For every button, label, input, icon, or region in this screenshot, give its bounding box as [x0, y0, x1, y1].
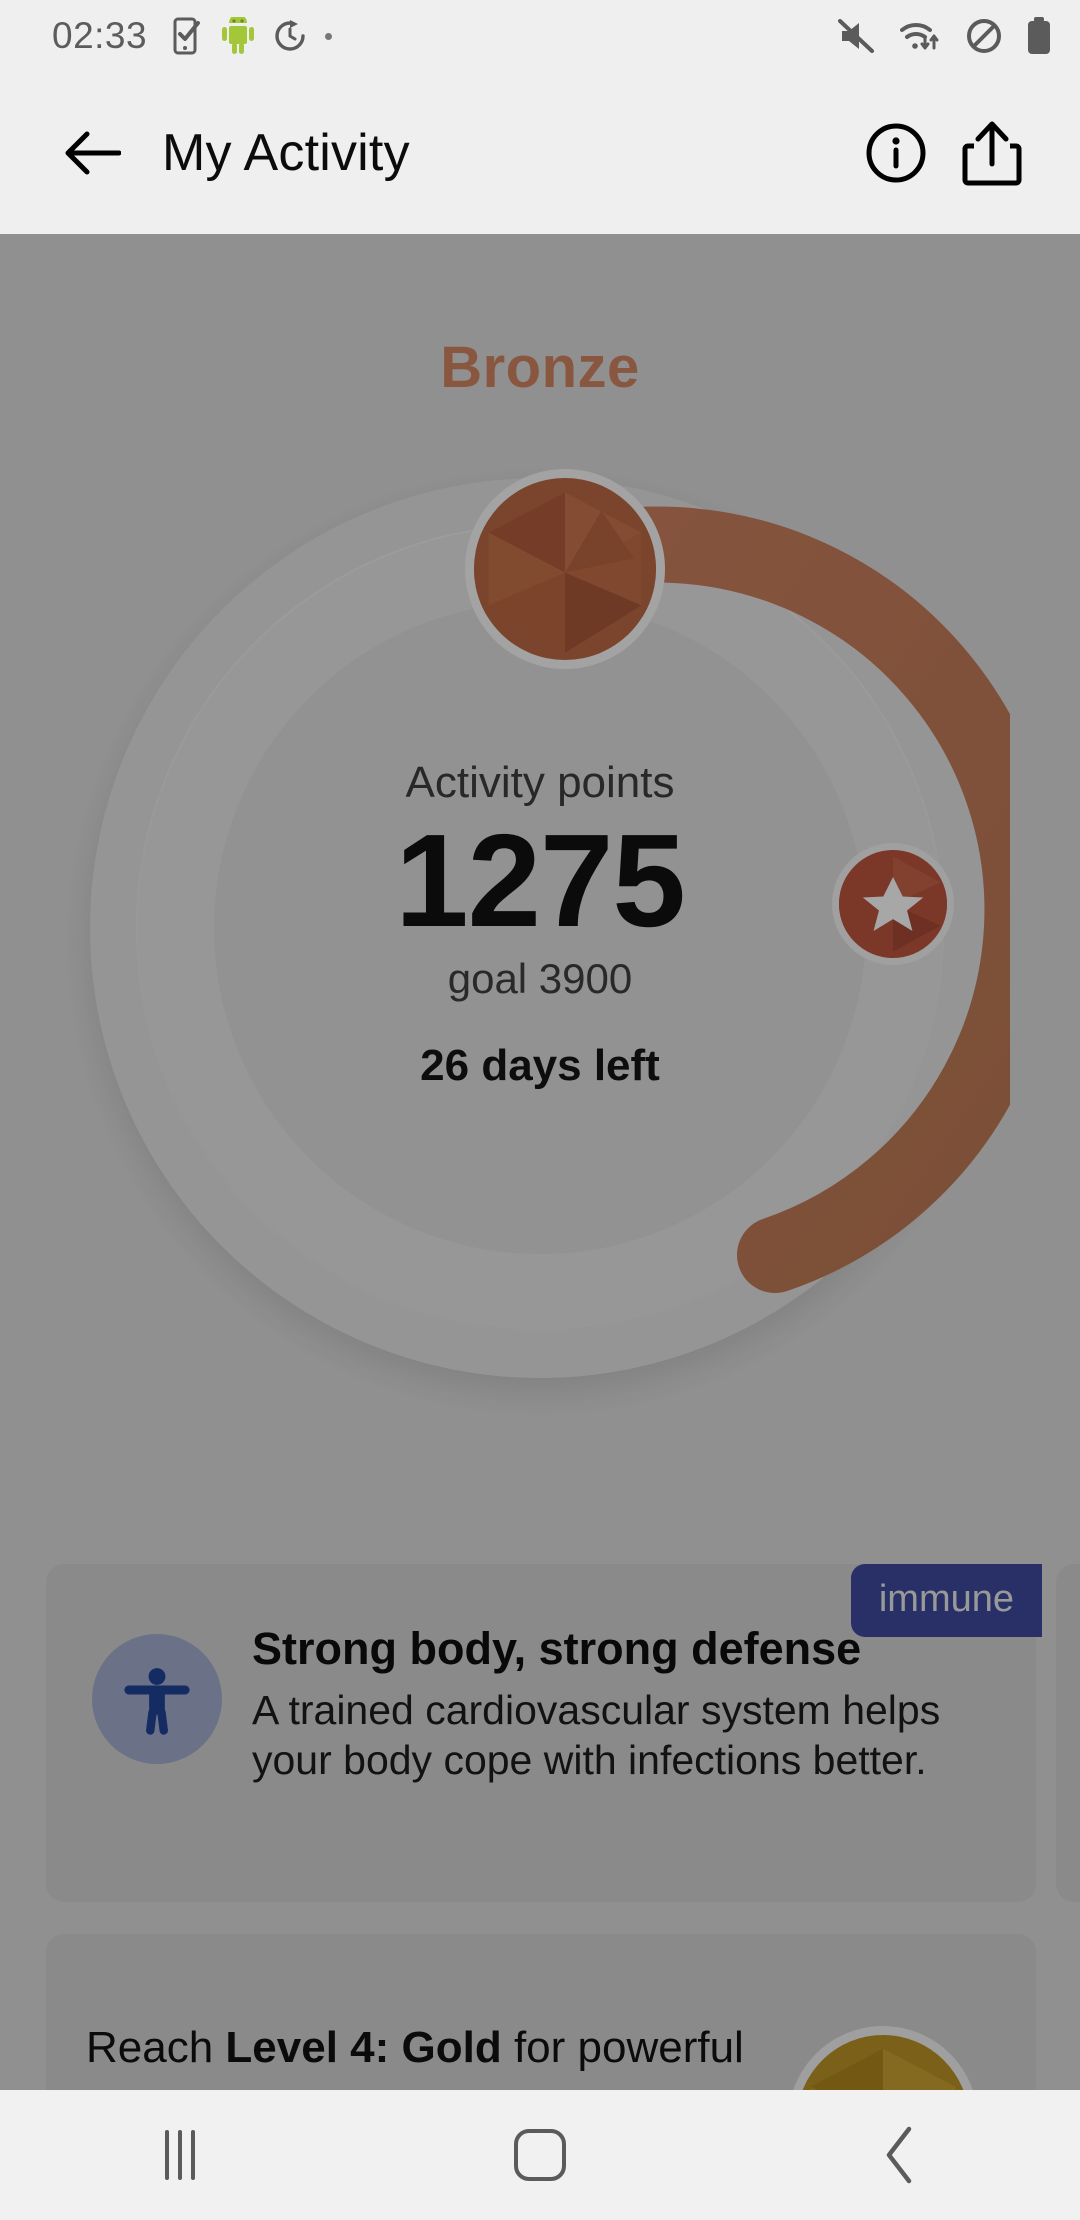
small-dot-icon [325, 32, 333, 40]
app-bar: My Activity [0, 72, 1080, 234]
timer-reset-icon [275, 20, 305, 51]
do-not-disturb-icon [967, 19, 1001, 53]
share-button[interactable] [944, 105, 1040, 201]
status-bar-system-icons [838, 17, 1052, 55]
android-robot-icon [222, 17, 255, 54]
bronze-gem-icon [465, 469, 665, 669]
nav-back-button[interactable] [720, 2090, 1080, 2220]
activity-points-label: Activity points [405, 758, 675, 807]
status-bar-clock: 02:33 [52, 15, 148, 56]
status-bar: 02:33 [0, 0, 1080, 72]
recents-icon [165, 2130, 195, 2180]
activity-points-value: 1275 [395, 807, 686, 954]
benefit-card-row: immune Strong body, strong defense A tra… [0, 1564, 1080, 1904]
nav-recents-button[interactable] [0, 2090, 360, 2220]
activity-progress-ring: Activity points 1275 goal 3900 26 days l… [70, 458, 1010, 1398]
next-level-suffix: for powerful [501, 2023, 744, 2072]
benefit-card-title: Strong body, strong defense [252, 1623, 862, 1674]
back-arrow-icon [65, 131, 121, 175]
wifi-icon [900, 22, 939, 50]
benefit-card-next-peek[interactable] [1056, 1564, 1080, 1902]
share-icon [962, 121, 1022, 186]
back-chevron-icon [886, 2126, 912, 2184]
next-level-highlight: Level 4: Gold [225, 2023, 502, 2072]
benefit-card-body: Strong body, strong defense A trained ca… [252, 1622, 1000, 1785]
phone-check-icon [173, 17, 201, 55]
page-title: My Activity [162, 124, 410, 182]
days-left: 26 days left [420, 1040, 660, 1090]
next-level-text: Reach Level 4: Gold for powerful [86, 2018, 826, 2079]
battery-full-icon [1028, 17, 1050, 54]
accessibility-glyph [124, 1668, 190, 1735]
info-button[interactable] [848, 105, 944, 201]
next-level-card[interactable]: Reach Level 4: Gold for powerful [46, 1934, 1036, 2090]
bronze-gem-facets [474, 478, 656, 660]
activity-goal: goal 3900 [447, 954, 633, 1002]
nav-home-button[interactable] [360, 2090, 720, 2220]
mute-icon [838, 19, 874, 53]
status-bar-notification-icons [173, 17, 333, 55]
system-nav-bar [0, 2090, 1080, 2220]
benefit-card-text: A trained cardiovascular system helps yo… [252, 1687, 941, 1784]
level-name: Bronze [440, 335, 640, 400]
ring-center-stats: Activity points 1275 goal 3900 26 days l… [70, 758, 1010, 1091]
accessibility-icon [92, 1634, 222, 1764]
info-icon [866, 123, 926, 183]
phone-screen: 02:33 My Activity Bronze Activity points… [0, 0, 1080, 2220]
home-icon [514, 2129, 566, 2181]
next-level-prefix: Reach [86, 2023, 226, 2072]
activity-content: Bronze Activity points 1275 goal 3900 26… [0, 234, 1080, 2090]
back-button[interactable] [46, 107, 138, 199]
benefit-card[interactable]: immune Strong body, strong defense A tra… [46, 1564, 1042, 1902]
